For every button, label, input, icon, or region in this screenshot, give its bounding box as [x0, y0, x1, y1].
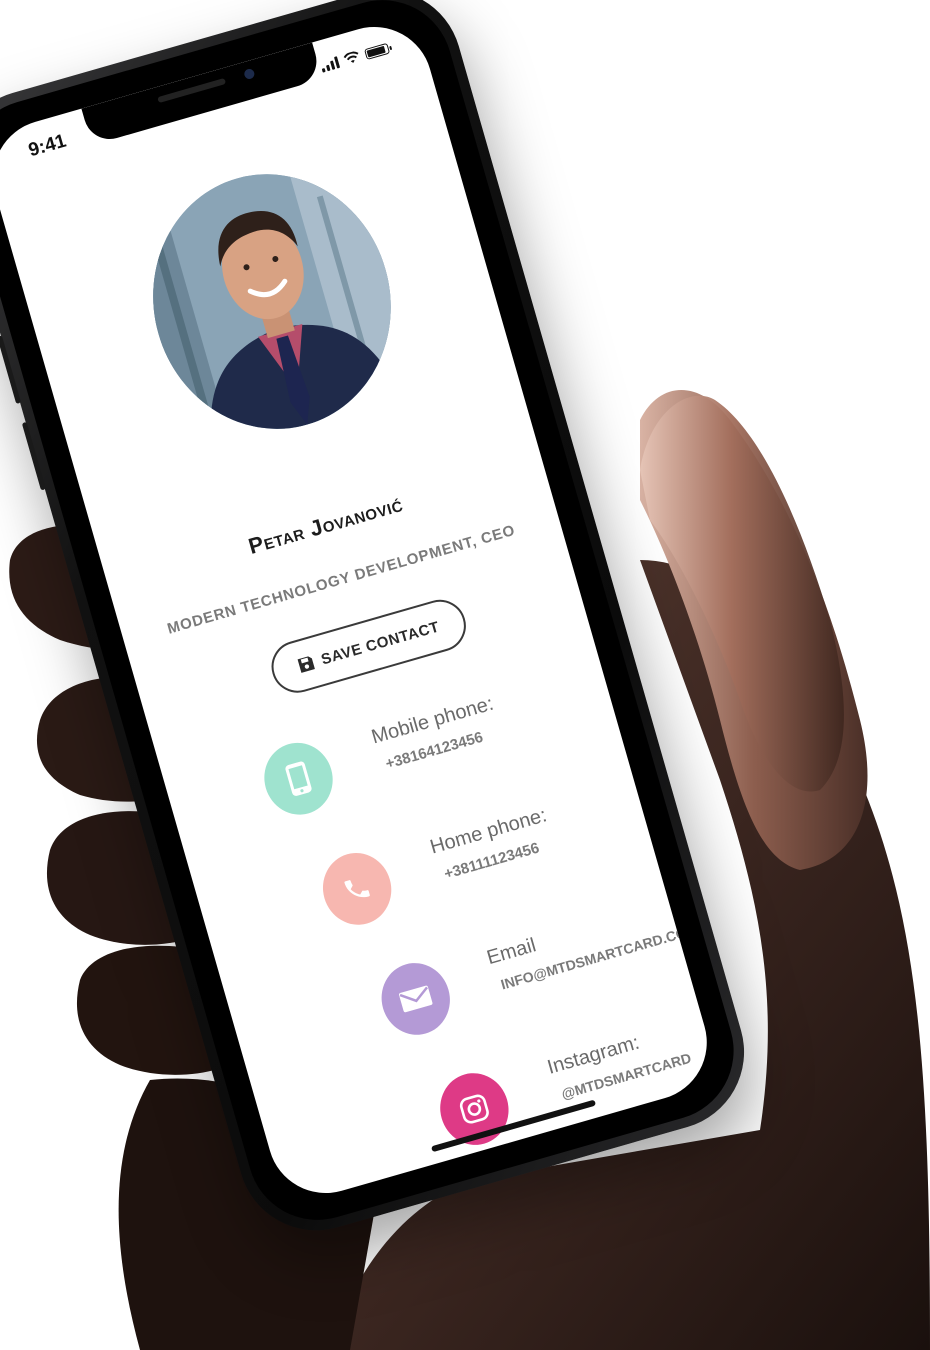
save-contact-label: SAVE CONTACT [319, 617, 442, 668]
telephone-icon [344, 880, 370, 898]
instagram-icon [459, 1094, 489, 1124]
contact-email-label: Email [484, 934, 539, 970]
profile-photo [123, 145, 421, 458]
save-contact-button[interactable]: SAVE CONTACT [265, 593, 473, 699]
envelope-icon [399, 985, 433, 1013]
telephone-icon-circle [314, 844, 400, 933]
mobile-phone-icon-circle [255, 734, 342, 823]
floppy-disk-icon [297, 656, 315, 673]
profile-photo-illustration [123, 145, 421, 458]
mobile-phone-icon [285, 761, 312, 796]
scene: 9:41 Petar Jovanović MODERN TECHNOLOGY D… [0, 0, 930, 1350]
envelope-icon-circle [373, 954, 459, 1043]
